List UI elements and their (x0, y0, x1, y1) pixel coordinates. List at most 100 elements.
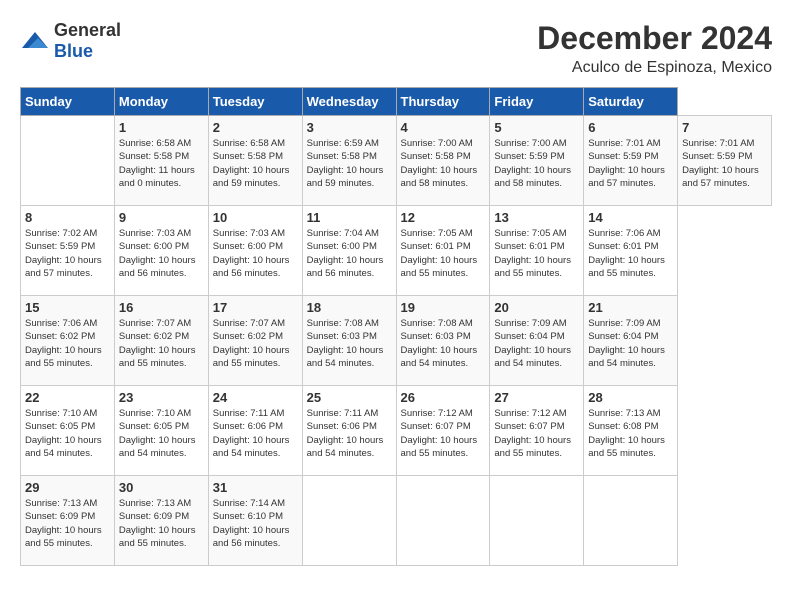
day-cell (302, 476, 396, 566)
col-header-monday: Monday (114, 88, 208, 116)
day-number: 9 (119, 210, 204, 225)
day-cell (396, 476, 490, 566)
day-number: 2 (213, 120, 298, 135)
day-cell: 23Sunrise: 7:10 AM Sunset: 6:05 PM Dayli… (114, 386, 208, 476)
day-info: Sunrise: 7:06 AM Sunset: 6:02 PM Dayligh… (25, 317, 110, 370)
day-info: Sunrise: 7:13 AM Sunset: 6:08 PM Dayligh… (588, 407, 673, 460)
day-number: 25 (307, 390, 392, 405)
day-info: Sunrise: 7:09 AM Sunset: 6:04 PM Dayligh… (494, 317, 579, 370)
day-info: Sunrise: 7:07 AM Sunset: 6:02 PM Dayligh… (119, 317, 204, 370)
title-area: December 2024 Aculco de Espinoza, Mexico (537, 20, 772, 77)
day-cell: 24 Sunrise: 7:11 AM Sunset: 6:06 PM Dayli… (208, 386, 302, 476)
day-cell: 14Sunrise: 7:06 AM Sunset: 6:01 PM Dayli… (584, 206, 678, 296)
day-cell: 25 Sunrise: 7:11 AM Sunset: 6:06 PM Dayli… (302, 386, 396, 476)
day-cell: 22 Sunrise: 7:10 AM Sunset: 6:05 PM Dayli… (21, 386, 115, 476)
logo-icon (20, 30, 50, 52)
day-info: Sunrise: 7:08 AM Sunset: 6:03 PM Dayligh… (307, 317, 392, 370)
day-info: Sunrise: 7:11 AM Sunset: 6:06 PM Dayligh… (307, 407, 392, 460)
day-cell: 30 Sunrise: 7:13 AM Sunset: 6:09 PM Dayli… (114, 476, 208, 566)
day-cell: 18 Sunrise: 7:08 AM Sunset: 6:03 PM Dayli… (302, 296, 396, 386)
day-number: 19 (401, 300, 486, 315)
day-number: 17 (213, 300, 298, 315)
day-info: Sunrise: 7:00 AM Sunset: 5:59 PM Dayligh… (494, 137, 579, 190)
day-info: Sunrise: 7:06 AM Sunset: 6:01 PM Dayligh… (588, 227, 673, 280)
header: General Blue December 2024 Aculco de Esp… (20, 20, 772, 77)
day-number: 15 (25, 300, 110, 315)
day-cell: 31Sunrise: 7:14 AM Sunset: 6:10 PM Dayli… (208, 476, 302, 566)
day-info: Sunrise: 7:09 AM Sunset: 6:04 PM Dayligh… (588, 317, 673, 370)
day-number: 10 (213, 210, 298, 225)
day-info: Sunrise: 7:02 AM Sunset: 5:59 PM Dayligh… (25, 227, 110, 280)
day-info: Sunrise: 7:04 AM Sunset: 6:00 PM Dayligh… (307, 227, 392, 280)
logo-text: General Blue (54, 20, 121, 62)
day-number: 11 (307, 210, 392, 225)
day-info: Sunrise: 6:59 AM Sunset: 5:58 PM Dayligh… (307, 137, 392, 190)
day-info: Sunrise: 7:00 AM Sunset: 5:58 PM Dayligh… (401, 137, 486, 190)
day-cell: 6 Sunrise: 7:01 AM Sunset: 5:59 PM Daylig… (584, 116, 678, 206)
day-number: 1 (119, 120, 204, 135)
day-number: 21 (588, 300, 673, 315)
day-cell: 19 Sunrise: 7:08 AM Sunset: 6:03 PM Dayli… (396, 296, 490, 386)
day-cell: 17 Sunrise: 7:07 AM Sunset: 6:02 PM Dayli… (208, 296, 302, 386)
day-number: 7 (682, 120, 767, 135)
day-info: Sunrise: 7:14 AM Sunset: 6:10 PM Dayligh… (213, 497, 298, 550)
day-cell: 13 Sunrise: 7:05 AM Sunset: 6:01 PM Dayli… (490, 206, 584, 296)
day-cell: 9 Sunrise: 7:03 AM Sunset: 6:00 PM Daylig… (114, 206, 208, 296)
day-number: 30 (119, 480, 204, 495)
day-info: Sunrise: 7:03 AM Sunset: 6:00 PM Dayligh… (213, 227, 298, 280)
day-cell: 8 Sunrise: 7:02 AM Sunset: 5:59 PM Daylig… (21, 206, 115, 296)
col-header-wednesday: Wednesday (302, 88, 396, 116)
day-number: 24 (213, 390, 298, 405)
day-info: Sunrise: 7:13 AM Sunset: 6:09 PM Dayligh… (119, 497, 204, 550)
col-header-friday: Friday (490, 88, 584, 116)
day-cell: 4 Sunrise: 7:00 AM Sunset: 5:58 PM Daylig… (396, 116, 490, 206)
day-cell: 3 Sunrise: 6:59 AM Sunset: 5:58 PM Daylig… (302, 116, 396, 206)
day-info: Sunrise: 7:07 AM Sunset: 6:02 PM Dayligh… (213, 317, 298, 370)
col-header-thursday: Thursday (396, 88, 490, 116)
logo-general: General (54, 20, 121, 40)
day-cell (490, 476, 584, 566)
week-row-2: 15 Sunrise: 7:06 AM Sunset: 6:02 PM Dayli… (21, 296, 772, 386)
day-info: Sunrise: 7:03 AM Sunset: 6:00 PM Dayligh… (119, 227, 204, 280)
day-number: 18 (307, 300, 392, 315)
day-info: Sunrise: 7:05 AM Sunset: 6:01 PM Dayligh… (494, 227, 579, 280)
day-number: 6 (588, 120, 673, 135)
col-header-tuesday: Tuesday (208, 88, 302, 116)
day-number: 12 (401, 210, 486, 225)
day-number: 29 (25, 480, 110, 495)
day-cell: 16 Sunrise: 7:07 AM Sunset: 6:02 PM Dayli… (114, 296, 208, 386)
day-cell: 12 Sunrise: 7:05 AM Sunset: 6:01 PM Dayli… (396, 206, 490, 296)
day-number: 22 (25, 390, 110, 405)
day-info: Sunrise: 7:01 AM Sunset: 5:59 PM Dayligh… (588, 137, 673, 190)
day-info: Sunrise: 7:05 AM Sunset: 6:01 PM Dayligh… (401, 227, 486, 280)
col-header-sunday: Sunday (21, 88, 115, 116)
day-info: Sunrise: 7:10 AM Sunset: 6:05 PM Dayligh… (25, 407, 110, 460)
day-number: 16 (119, 300, 204, 315)
day-number: 3 (307, 120, 392, 135)
day-number: 13 (494, 210, 579, 225)
day-cell: 27 Sunrise: 7:12 AM Sunset: 6:07 PM Dayli… (490, 386, 584, 476)
week-row-1: 8 Sunrise: 7:02 AM Sunset: 5:59 PM Daylig… (21, 206, 772, 296)
day-info: Sunrise: 7:13 AM Sunset: 6:09 PM Dayligh… (25, 497, 110, 550)
day-cell: 29 Sunrise: 7:13 AM Sunset: 6:09 PM Dayli… (21, 476, 115, 566)
day-number: 27 (494, 390, 579, 405)
day-info: Sunrise: 7:11 AM Sunset: 6:06 PM Dayligh… (213, 407, 298, 460)
logo-blue: Blue (54, 41, 93, 61)
day-info: Sunrise: 7:10 AM Sunset: 6:05 PM Dayligh… (119, 407, 204, 460)
day-info: Sunrise: 7:08 AM Sunset: 6:03 PM Dayligh… (401, 317, 486, 370)
day-info: Sunrise: 7:12 AM Sunset: 6:07 PM Dayligh… (494, 407, 579, 460)
week-row-0: 1 Sunrise: 6:58 AM Sunset: 5:58 PM Daylig… (21, 116, 772, 206)
day-cell (584, 476, 678, 566)
day-number: 20 (494, 300, 579, 315)
day-cell: 7Sunrise: 7:01 AM Sunset: 5:59 PM Daylig… (678, 116, 772, 206)
day-number: 8 (25, 210, 110, 225)
day-info: Sunrise: 6:58 AM Sunset: 5:58 PM Dayligh… (213, 137, 298, 190)
day-number: 4 (401, 120, 486, 135)
day-number: 5 (494, 120, 579, 135)
calendar-table: SundayMondayTuesdayWednesdayThursdayFrid… (20, 87, 772, 566)
calendar-header-row: SundayMondayTuesdayWednesdayThursdayFrid… (21, 88, 772, 116)
day-cell: 1Sunrise: 6:58 AM Sunset: 5:58 PM Daylig… (114, 116, 208, 206)
day-cell: 28 Sunrise: 7:13 AM Sunset: 6:08 PM Dayli… (584, 386, 678, 476)
week-row-4: 29 Sunrise: 7:13 AM Sunset: 6:09 PM Dayli… (21, 476, 772, 566)
day-number: 28 (588, 390, 673, 405)
